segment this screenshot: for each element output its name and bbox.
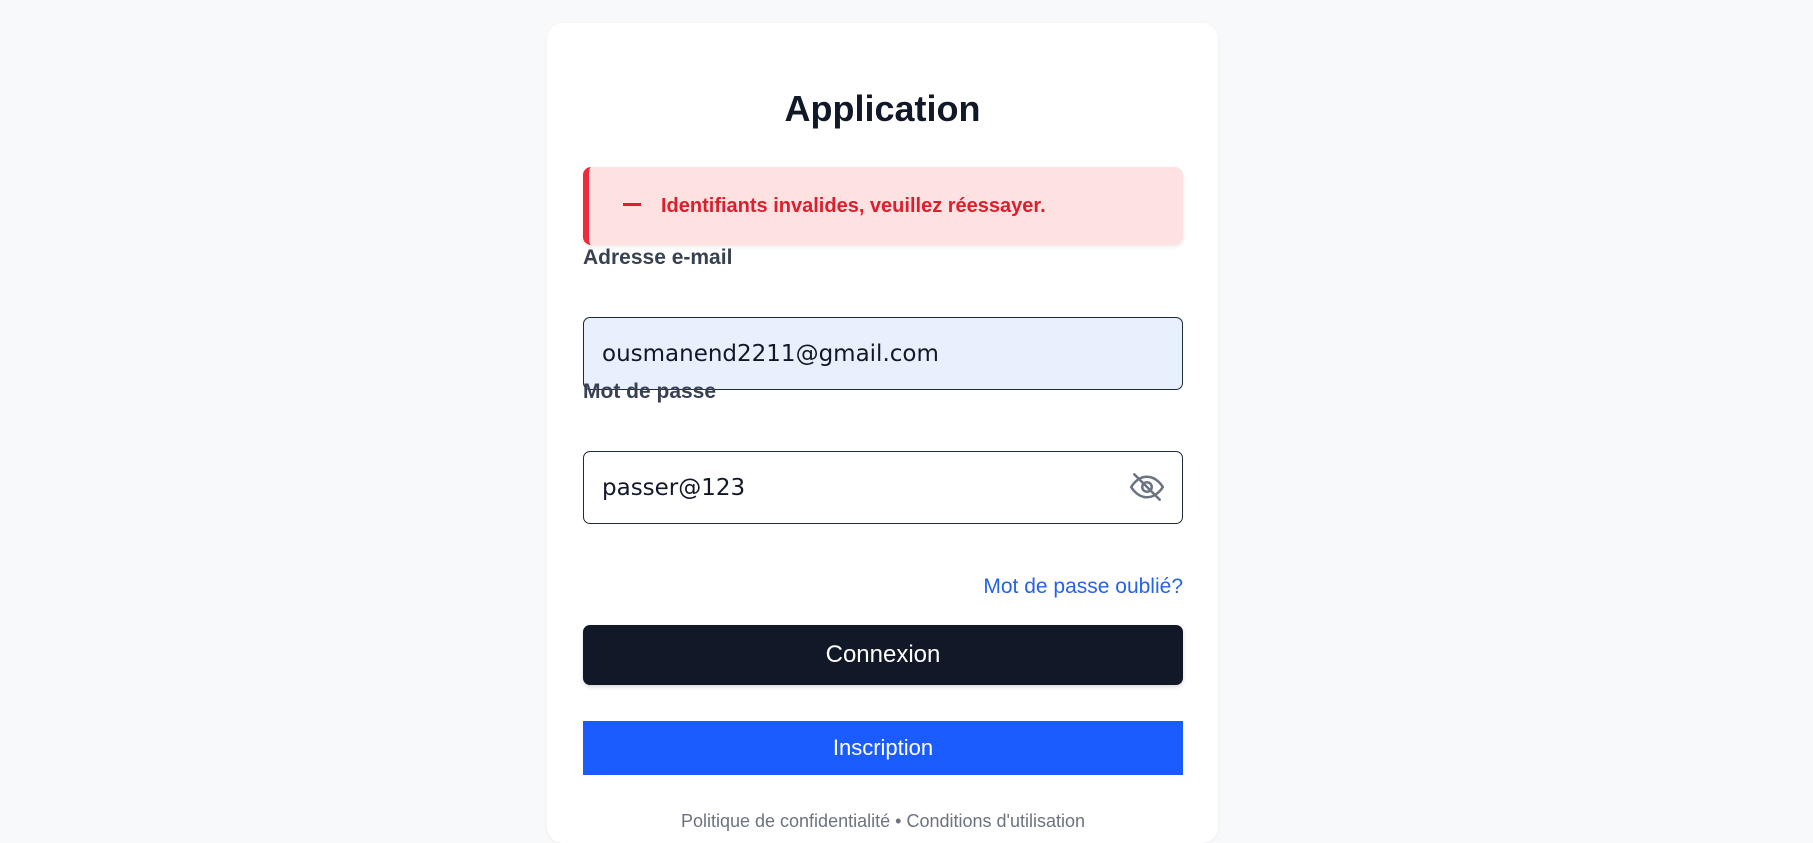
password-label: Mot de passe	[583, 380, 717, 403]
login-button[interactable]: Connexion	[583, 625, 1183, 685]
footer-links: Politique de confidentialité • Condition…	[583, 811, 1183, 832]
footer-separator: •	[895, 811, 902, 831]
email-value: ousmanend2211@gmail.com	[602, 340, 939, 367]
email-label: Adresse e-mail	[583, 246, 733, 269]
forgot-password-link[interactable]: Mot de passe oublié?	[583, 575, 1183, 599]
terms-link[interactable]: Conditions d'utilisation	[906, 811, 1085, 831]
eye-off-icon[interactable]	[1128, 468, 1166, 506]
login-card: Application Identifiants invalides, veui…	[547, 23, 1218, 843]
page-title: Application	[784, 88, 981, 129]
password-field[interactable]: passer@123	[583, 451, 1183, 524]
error-alert: Identifiants invalides, veuillez réessay…	[583, 167, 1183, 245]
register-button[interactable]: Inscription	[583, 721, 1183, 775]
error-message: Identifiants invalides, veuillez réessay…	[661, 194, 1046, 217]
minus-icon	[623, 202, 641, 206]
privacy-policy-link[interactable]: Politique de confidentialité	[681, 811, 890, 831]
password-value: passer@123	[602, 474, 746, 501]
